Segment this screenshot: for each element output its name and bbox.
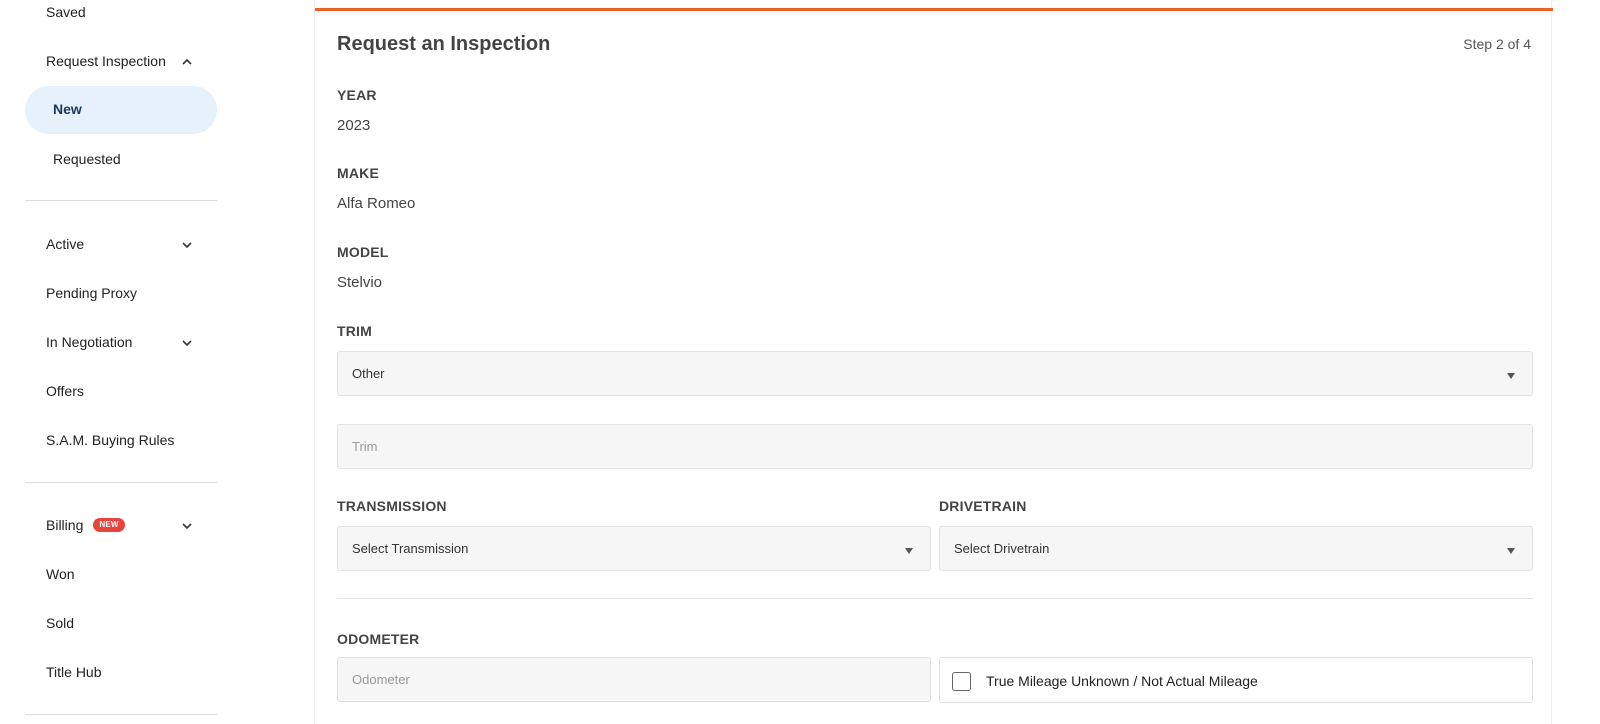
sidebar-item-won[interactable]: Won [46, 566, 75, 582]
odometer-input[interactable]: Odometer [337, 657, 931, 702]
caret-down-icon [1506, 368, 1518, 380]
drivetrain-label: DRIVETRAIN [939, 498, 1027, 514]
drivetrain-select-value: Select Drivetrain [954, 541, 1050, 556]
sidebar-item-title-hub[interactable]: Title Hub [46, 664, 102, 680]
chevron-up-icon[interactable] [180, 55, 194, 69]
transmission-select[interactable]: Select Transmission [337, 526, 931, 571]
sidebar-item-new[interactable]: New [53, 101, 82, 117]
sidebar: Saved Request Inspection New Requested A… [0, 0, 236, 724]
sidebar-item-offers[interactable]: Offers [46, 383, 84, 399]
year-label: YEAR [337, 87, 377, 103]
sidebar-item-active-label: Active [46, 236, 85, 252]
sidebar-item-pending-proxy-label: Pending Proxy [46, 285, 138, 301]
sidebar-item-won-label: Won [46, 566, 75, 582]
sidebar-item-sam-buying-rules-label: S.A.M. Buying Rules [46, 432, 175, 448]
trim-select-value: Other [352, 366, 385, 381]
sidebar-item-offers-label: Offers [46, 383, 84, 399]
trim-label: TRIM [337, 323, 373, 339]
step-indicator: Step 2 of 4 [1463, 36, 1531, 52]
make-value: Alfa Romeo [337, 195, 416, 212]
sidebar-divider [25, 200, 217, 201]
sidebar-item-saved-label: Saved [46, 4, 86, 20]
trim-input[interactable]: Trim [337, 424, 1533, 469]
sidebar-item-requested[interactable]: Requested [53, 151, 121, 167]
sidebar-item-active[interactable]: Active [46, 236, 84, 252]
sidebar-item-title-hub-label: Title Hub [46, 664, 102, 680]
sidebar-item-sold-label: Sold [46, 615, 75, 631]
section-divider [337, 598, 1533, 599]
new-badge: NEW [93, 518, 125, 532]
sidebar-item-billing-label: Billing [46, 517, 84, 533]
chevron-down-icon[interactable] [180, 336, 194, 350]
make-label: MAKE [337, 165, 380, 181]
page-title: Request an Inspection [337, 33, 551, 55]
sidebar-divider [25, 714, 217, 715]
trim-select[interactable]: Other [337, 351, 1533, 396]
chevron-down-icon[interactable] [180, 238, 194, 252]
sidebar-item-billing[interactable]: Billing NEW [46, 517, 125, 533]
model-label: MODEL [337, 244, 389, 260]
true-mileage-unknown-checkbox-row[interactable]: True Mileage Unknown / Not Actual Mileag… [939, 657, 1533, 703]
transmission-select-value: Select Transmission [352, 541, 469, 556]
true-mileage-unknown-label[interactable]: True Mileage Unknown / Not Actual Mileag… [986, 673, 1258, 689]
caret-down-icon [1506, 543, 1518, 555]
odometer-label: ODOMETER [337, 631, 420, 647]
sidebar-item-sold[interactable]: Sold [46, 615, 74, 631]
sidebar-item-request-inspection[interactable]: Request Inspection [46, 53, 166, 69]
sidebar-item-request-inspection-label: Request Inspection [46, 53, 166, 69]
accent-bar [315, 8, 1553, 11]
year-value: 2023 [337, 117, 371, 134]
sidebar-item-sam-buying-rules[interactable]: S.A.M. Buying Rules [46, 432, 174, 448]
inspection-form-panel: Request an Inspection Step 2 of 4 YEAR 2… [314, 0, 1553, 724]
sidebar-item-pending-proxy[interactable]: Pending Proxy [46, 285, 137, 301]
drivetrain-select[interactable]: Select Drivetrain [939, 526, 1533, 571]
transmission-label: TRANSMISSION [337, 498, 447, 514]
chevron-down-icon[interactable] [180, 519, 194, 533]
true-mileage-unknown-checkbox[interactable] [952, 672, 971, 691]
sidebar-item-saved[interactable]: Saved [46, 4, 86, 20]
sidebar-item-in-negotiation[interactable]: In Negotiation [46, 334, 132, 350]
sidebar-item-in-negotiation-label: In Negotiation [46, 334, 133, 350]
trim-input-placeholder: Trim [352, 439, 378, 454]
model-value: Stelvio [337, 274, 383, 291]
sidebar-divider [25, 482, 217, 483]
caret-down-icon [904, 543, 916, 555]
odometer-input-placeholder: Odometer [352, 672, 410, 687]
